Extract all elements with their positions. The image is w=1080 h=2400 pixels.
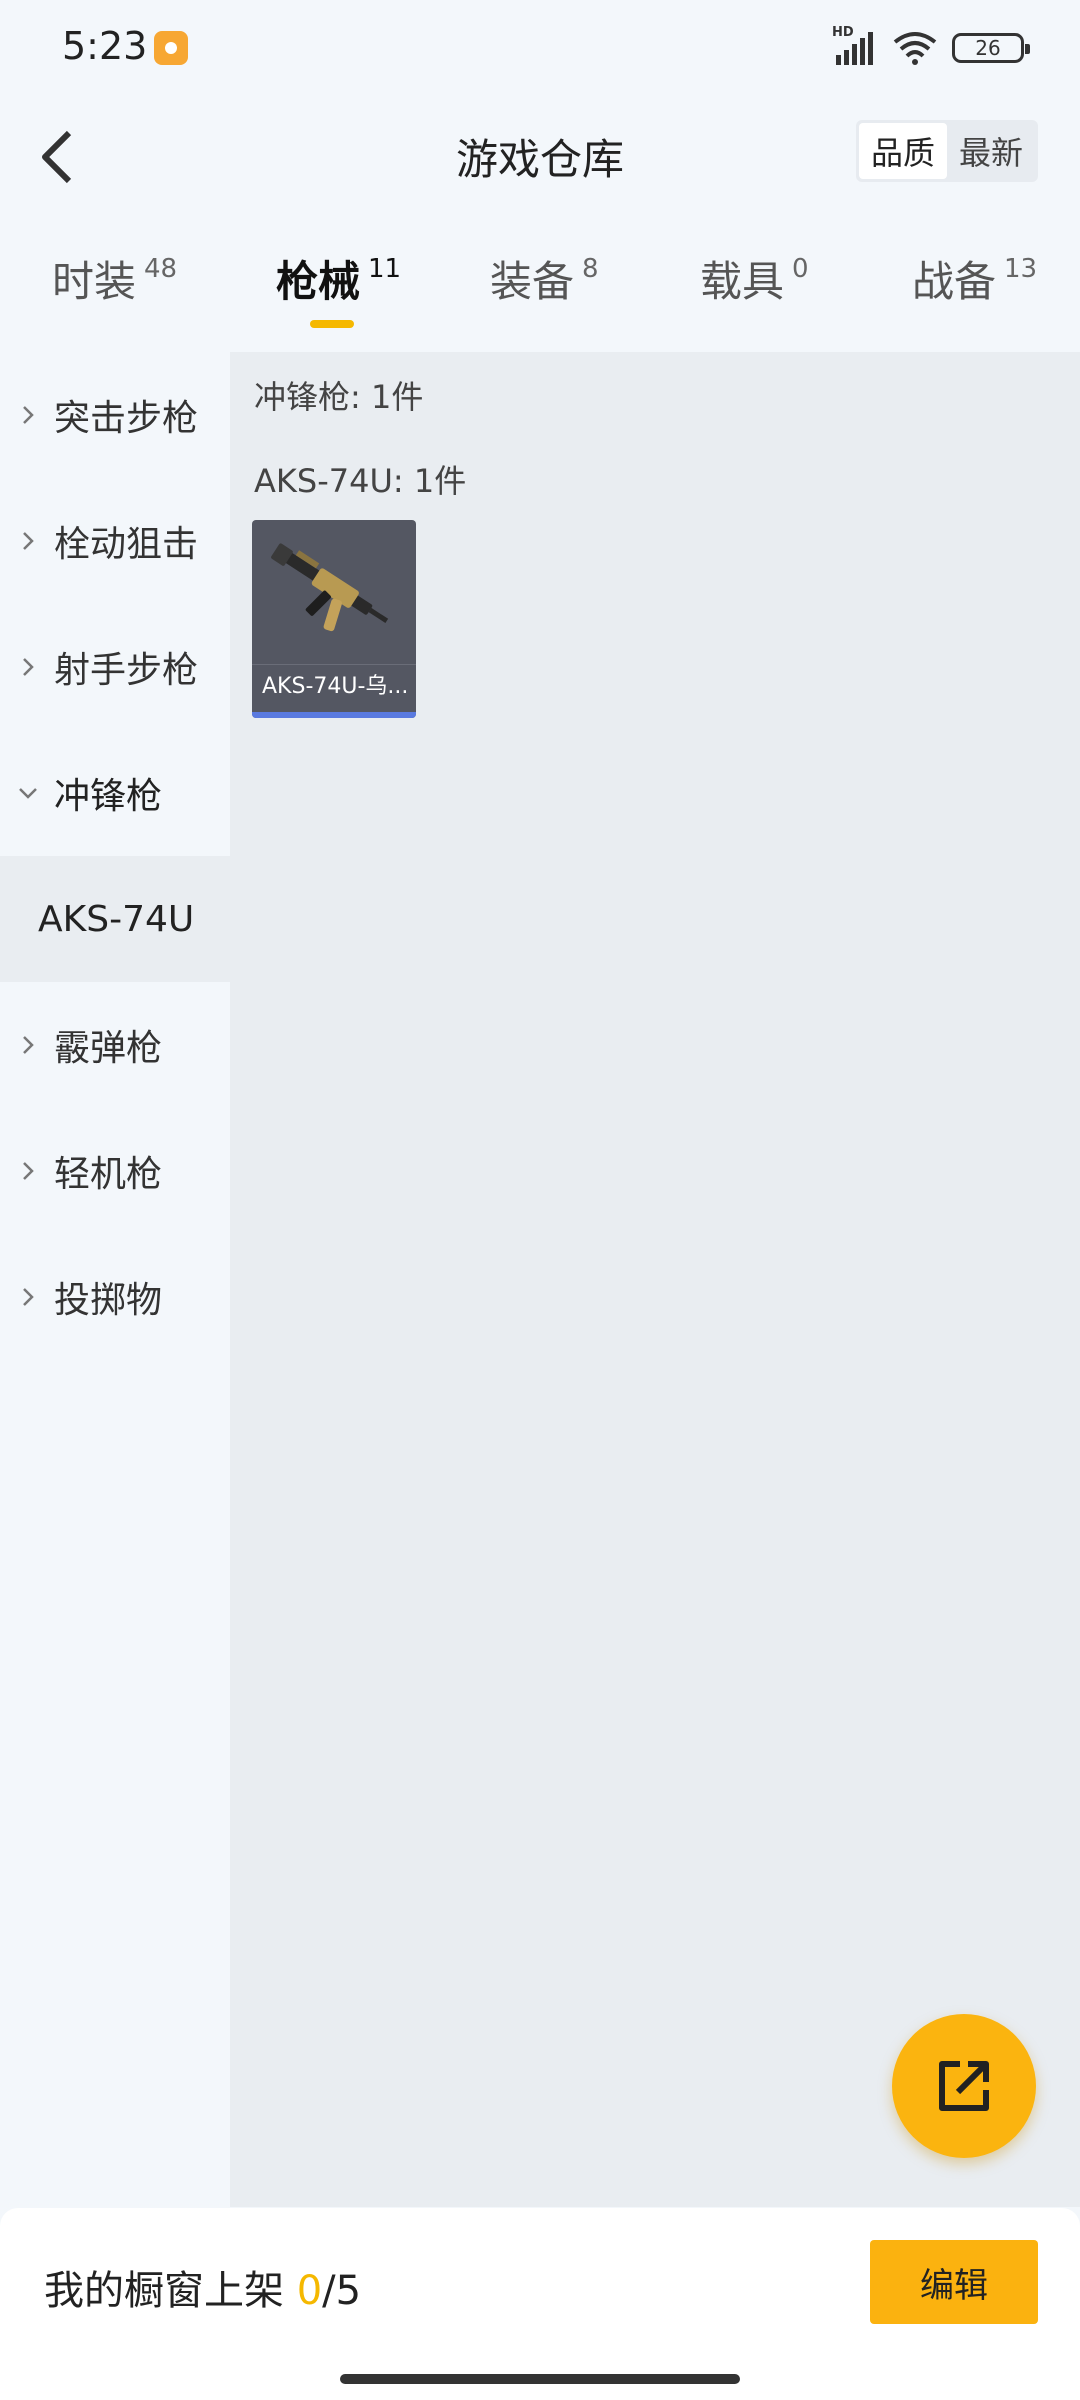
- sort-toggle: 品质 最新: [855, 120, 1038, 182]
- category-tabs: 时装 48 枪械 11 装备 8 载具 0 战备 13: [0, 240, 1080, 340]
- chevron-right-icon: [18, 531, 38, 551]
- tab-firearms[interactable]: 枪械 11: [276, 248, 401, 309]
- bottom-bar: 我的橱窗上架 0/5 编辑: [0, 2208, 1080, 2400]
- signal-icon: HD: [832, 25, 878, 65]
- status-icons: HD 26: [832, 25, 1030, 68]
- sidebar-item-label: 栓动狙击: [54, 524, 199, 565]
- sidebar-item-label: 霰弹枪: [54, 1028, 163, 1069]
- sidebar-item-shotgun[interactable]: 霰弹枪: [0, 982, 230, 1108]
- sort-option-quality[interactable]: 品质: [858, 123, 947, 179]
- gun-image: [252, 520, 416, 664]
- tab-equipment[interactable]: 装备 8: [490, 248, 599, 309]
- item-content-panel: 冲锋枪: 1件 AKS-74U: 1件 AKS-74U-乌...: [230, 352, 1080, 2207]
- sidebar-item-assault-rifle[interactable]: 突击步枪: [0, 352, 230, 478]
- header: 游戏仓库 品质 最新: [0, 100, 1080, 210]
- tab-vehicles[interactable]: 载具 0: [700, 248, 809, 309]
- item-name: AKS-74U-乌...: [252, 664, 416, 710]
- tab-count: 48: [144, 254, 178, 284]
- sidebar-item-label: 冲锋枪: [54, 776, 163, 817]
- sidebar-subitem-label: AKS-74U: [38, 898, 195, 940]
- item-card[interactable]: AKS-74U-乌...: [252, 520, 416, 718]
- tab-supplies[interactable]: 战备 13: [912, 248, 1037, 309]
- sort-option-latest[interactable]: 最新: [947, 123, 1035, 179]
- chevron-right-icon: [18, 1161, 38, 1181]
- chevron-right-icon: [18, 1035, 38, 1055]
- sidebar-item-marksman-rifle[interactable]: 射手步枪: [0, 604, 230, 730]
- tab-label: 枪械: [276, 257, 361, 306]
- home-indicator[interactable]: [340, 2374, 740, 2384]
- tab-label: 时装: [52, 257, 137, 306]
- quality-bar: [252, 712, 416, 718]
- chevron-right-icon: [18, 405, 38, 425]
- edit-button[interactable]: 编辑: [870, 2240, 1038, 2324]
- tab-label: 战备: [912, 257, 997, 306]
- active-tab-indicator: [310, 320, 354, 328]
- showcase-status: 我的橱窗上架 0/5: [44, 2258, 361, 2316]
- status-bar: 5:23 HD 26: [0, 0, 1080, 100]
- wifi-icon: [892, 31, 938, 65]
- category-title: 冲锋枪: 1件: [254, 378, 424, 416]
- tab-count: 0: [792, 254, 809, 284]
- chevron-right-icon: [18, 1287, 38, 1307]
- sidebar-item-label: 突击步枪: [54, 398, 199, 439]
- tab-count: 8: [582, 254, 599, 284]
- sidebar-item-smg[interactable]: 冲锋枪: [0, 730, 230, 856]
- showcase-count: 0: [296, 2268, 323, 2314]
- chevron-right-icon: [18, 657, 38, 677]
- sidebar-item-label: 投掷物: [54, 1280, 163, 1321]
- share-external-icon: [939, 2061, 989, 2111]
- share-button[interactable]: [892, 2014, 1036, 2158]
- sidebar: 突击步枪 栓动狙击 射手步枪 冲锋枪 AKS-74U 霰弹枪 轻机枪 投掷物: [0, 352, 230, 2207]
- showcase-total: /5: [322, 2268, 362, 2314]
- chevron-down-icon: [18, 783, 38, 803]
- orange-app-icon: [154, 31, 188, 65]
- status-time: 5:23: [62, 24, 148, 68]
- sidebar-item-lmg[interactable]: 轻机枪: [0, 1108, 230, 1234]
- sidebar-item-throwables[interactable]: 投掷物: [0, 1234, 230, 1360]
- tab-fashion[interactable]: 时装 48: [52, 248, 177, 309]
- battery-icon: 26: [952, 33, 1030, 63]
- tab-count: 13: [1004, 254, 1038, 284]
- tab-count: 11: [368, 254, 402, 284]
- tab-label: 载具: [700, 257, 785, 306]
- sidebar-item-label: 轻机枪: [54, 1154, 163, 1195]
- tab-label: 装备: [490, 257, 575, 306]
- group-title: AKS-74U: 1件: [254, 462, 467, 500]
- sidebar-item-bolt-sniper[interactable]: 栓动狙击: [0, 478, 230, 604]
- sidebar-subitem-aks74u[interactable]: AKS-74U: [0, 856, 230, 982]
- showcase-label: 我的橱窗上架: [44, 2268, 284, 2314]
- screen: 5:23 HD 26 游戏仓库 品质 最新 时装 48 枪械 11 装备 8 载…: [0, 0, 1080, 2400]
- sidebar-item-label: 射手步枪: [54, 650, 199, 691]
